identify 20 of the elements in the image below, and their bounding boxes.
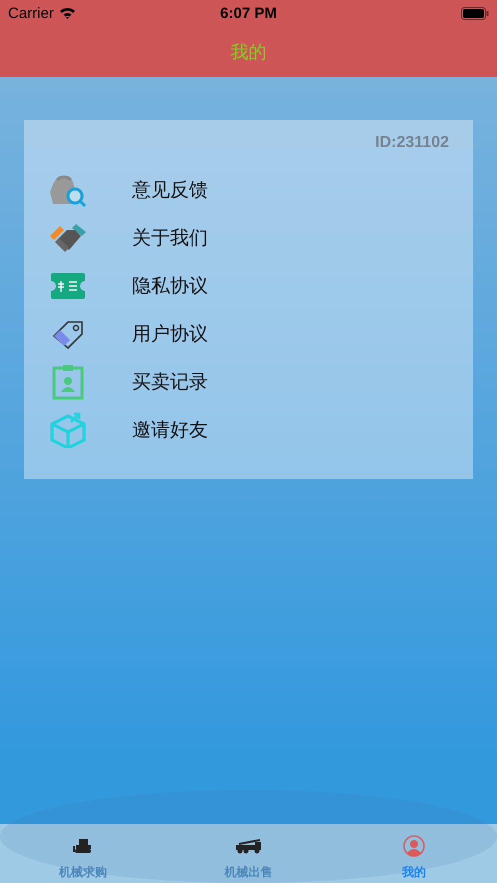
menu-item[interactable]: 隐私协议 bbox=[132, 273, 208, 299]
menu-item[interactable]: 买卖记录 bbox=[132, 369, 208, 395]
bulldozer-icon bbox=[72, 838, 93, 854]
nav-title: 我的 bbox=[230, 40, 266, 64]
clipboard-person-icon bbox=[52, 364, 84, 400]
crane-truck-icon bbox=[236, 838, 262, 854]
user-avatar-icon bbox=[403, 835, 426, 857]
wifi-icon bbox=[58, 7, 76, 19]
battery-icon bbox=[461, 6, 489, 20]
tag-icon bbox=[51, 318, 85, 350]
carrier-label: Carrier bbox=[8, 4, 54, 22]
status-time: 6:07 PM bbox=[220, 4, 277, 22]
handshake-icon bbox=[49, 222, 87, 254]
ticket-icon bbox=[51, 273, 85, 299]
menu-item[interactable]: 关于我们 bbox=[132, 225, 208, 251]
user-id: ID:231102 bbox=[375, 134, 449, 151]
menu-item[interactable]: 意见反馈 bbox=[132, 177, 208, 203]
menu-item[interactable]: 用户协议 bbox=[132, 321, 208, 347]
menu-item[interactable]: 邀请好友 bbox=[132, 417, 208, 443]
box-arrow-icon bbox=[49, 412, 87, 448]
